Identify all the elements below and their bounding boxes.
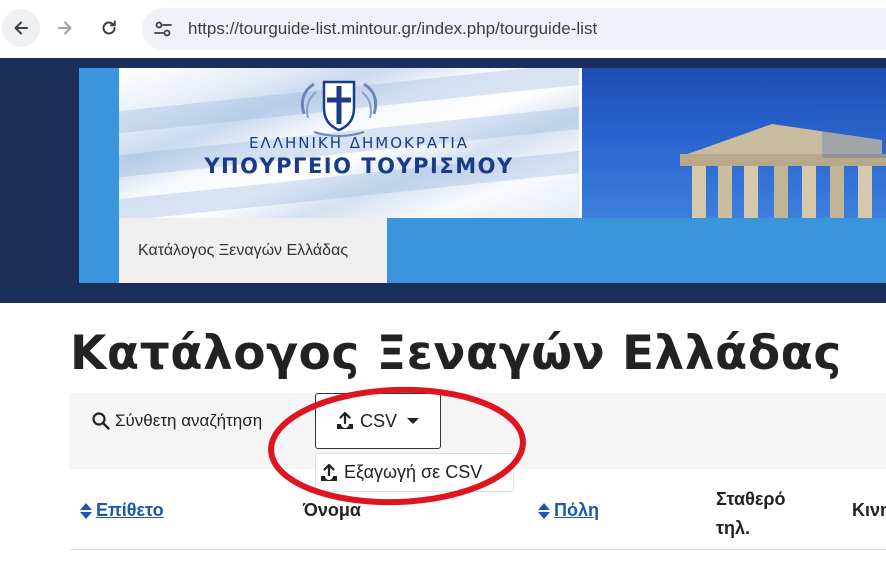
reload-button[interactable] (90, 9, 128, 47)
table-header-row: Επίθετο Όνομα Πόλη Σταθερό τηλ. Κινη (69, 480, 886, 550)
site-header: ΕΛΛΗΝΙΚΗ ΔΗΜΟΚΡΑΤΙΑ ΥΠΟΥΡΓΕΙΟ ΤΟΥΡΙΣΜΟΥ … (0, 58, 886, 303)
sort-icon (80, 502, 92, 519)
main-menu: Κατάλογος Ξεναγών Ελλάδας (119, 218, 886, 283)
column-header-city[interactable]: Πόλη (537, 500, 599, 521)
reload-icon (102, 20, 116, 35)
republic-text: ΕΛΛΗΝΙΚΗ ΔΗΜΟΚΡΑΤΙΑ (248, 134, 470, 152)
column-header-label[interactable]: Επίθετο (96, 500, 164, 521)
arrow-left-icon (14, 21, 28, 35)
back-button[interactable] (2, 9, 40, 47)
parthenon-icon (680, 108, 886, 218)
page-title: Κατάλογος Ξεναγών Ελλάδας (70, 326, 842, 381)
menu-tab-tourguide-list[interactable]: Κατάλογος Ξεναγών Ελλάδας (119, 218, 387, 283)
url-text[interactable]: https://tourguide-list.mintour.gr/index.… (188, 19, 597, 39)
browser-toolbar: https://tourguide-list.mintour.gr/index.… (0, 0, 886, 58)
ministry-logo-panel: ΕΛΛΗΝΙΚΗ ΔΗΜΟΚΡΑΤΙΑ ΥΠΟΥΡΓΕΙΟ ΤΟΥΡΙΣΜΟΥ (119, 68, 579, 218)
column-header-landline: Σταθερό τηλ. (716, 489, 786, 538)
banner: ΕΛΛΗΝΙΚΗ ΔΗΜΟΚΡΑΤΙΑ ΥΠΟΥΡΓΕΙΟ ΤΟΥΡΙΣΜΟΥ … (79, 68, 886, 283)
column-header-mobile: Κινη (852, 500, 886, 520)
upload-icon (337, 411, 353, 429)
banner-left-strip (79, 68, 119, 283)
search-icon (92, 412, 110, 430)
site-settings-icon[interactable] (152, 18, 174, 40)
column-header-label[interactable]: Πόλη (554, 500, 599, 521)
sort-icon (538, 502, 550, 519)
parthenon-photo (582, 68, 886, 218)
column-header-surname[interactable]: Επίθετο (79, 500, 164, 521)
advanced-search-label[interactable]: Σύνθετη αναζήτηση (115, 411, 262, 431)
column-header-name: Όνομα (303, 500, 361, 520)
csv-button-label[interactable]: CSV (360, 411, 397, 432)
greek-coat-of-arms-icon (300, 80, 378, 137)
forward-button[interactable] (46, 9, 84, 47)
csv-export-button[interactable]: CSV (315, 393, 441, 449)
menu-tab-label[interactable]: Κατάλογος Ξεναγών Ελλάδας (138, 242, 348, 260)
ministry-text: ΥΠΟΥΡΓΕΙΟ ΤΟΥΡΙΣΜΟΥ (204, 154, 514, 178)
chevron-down-icon (407, 418, 420, 424)
address-bar[interactable]: https://tourguide-list.mintour.gr/index.… (142, 8, 886, 50)
arrow-right-icon (58, 21, 72, 35)
advanced-search-button[interactable]: Σύνθετη αναζήτηση (91, 411, 262, 431)
